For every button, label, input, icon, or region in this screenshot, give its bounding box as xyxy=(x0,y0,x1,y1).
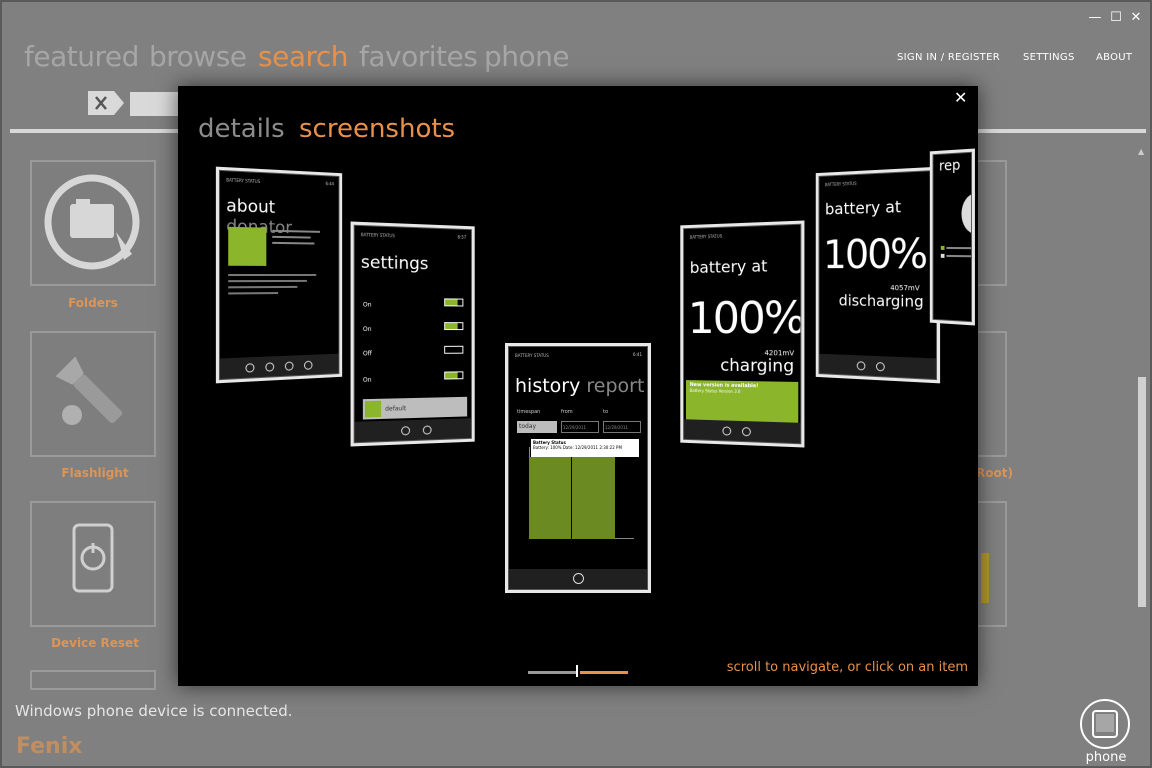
screenshot-time: 6:57 xyxy=(457,234,467,240)
screenshot-title: history report xyxy=(515,375,645,397)
pager-active[interactable] xyxy=(580,671,628,674)
tile-flashlight[interactable] xyxy=(30,331,156,457)
screenshot-thumbnail[interactable]: BATTERY STATUS battery at 100% 4057mV di… xyxy=(815,166,941,384)
screenshot-title: settings xyxy=(360,252,429,275)
screenshot-time: 6:41 xyxy=(633,352,642,357)
screenshot-app-name: BATTERY STATUS xyxy=(515,353,549,358)
about-link[interactable]: ABOUT xyxy=(1096,52,1132,63)
nav-browse[interactable]: browse xyxy=(149,40,247,73)
phone-label: phone xyxy=(1085,750,1127,765)
battery-percent: 100% xyxy=(687,292,802,345)
battery-voltage: 4057mV xyxy=(890,284,920,293)
update-banner: New version is available! Battery Status… xyxy=(685,380,799,423)
screenshot-title: rep xyxy=(938,157,961,175)
close-icon[interactable]: ✕ xyxy=(954,88,967,107)
close-window-button[interactable]: ✕ xyxy=(1127,10,1145,26)
from-field: 12/29/2011 xyxy=(561,421,599,433)
screenshot-app-name: BATTERY STATUS xyxy=(824,180,857,188)
tab-screenshots[interactable]: screenshots xyxy=(299,114,455,144)
screenshot-time: 6:44 xyxy=(325,181,334,187)
screenshot-app-name: BATTERY STATUS xyxy=(360,232,395,239)
settings-link[interactable]: SETTINGS xyxy=(1023,52,1075,63)
scroll-up-arrow[interactable]: ▲ xyxy=(1138,147,1144,156)
battery-state: discharging xyxy=(838,291,924,311)
screenshot-image: BATTERY STATUS 6:57 settings On On Off O… xyxy=(353,224,472,444)
tile-label: Root) xyxy=(976,466,1013,480)
selected-option: default xyxy=(385,405,407,413)
screenshot-image: BATTERY STATUS battery at 100% 4201mV ch… xyxy=(683,223,802,445)
tile-device-reset[interactable] xyxy=(30,501,156,627)
tile-right-1[interactable] xyxy=(977,160,1007,286)
pager-track[interactable] xyxy=(528,671,578,674)
maximize-button[interactable]: ☐ xyxy=(1107,10,1125,26)
nav-favorites[interactable]: favorites xyxy=(359,40,478,73)
screenshot-image: BATTERY STATUS 6:41 history report times… xyxy=(508,346,648,590)
nav-phone[interactable]: phone xyxy=(484,40,570,73)
clear-icon[interactable] xyxy=(88,91,124,115)
minimize-button[interactable]: — xyxy=(1086,10,1104,26)
screenshot-thumbnail[interactable]: BATTERY STATUS battery at 100% 4201mV ch… xyxy=(680,220,805,448)
setting-value: On xyxy=(362,301,372,309)
tab-details[interactable]: details xyxy=(198,114,285,144)
sign-in-register-link[interactable]: SIGN IN / REGISTER xyxy=(897,52,1000,63)
flashlight-icon xyxy=(55,356,123,425)
folder-icon xyxy=(44,174,140,270)
screenshot-thumbnail[interactable]: BATTERY STATUS 6:44 about donator xyxy=(215,166,343,384)
app-window: — ☐ ✕ featured browse search favorites p… xyxy=(0,0,1152,768)
nav-featured[interactable]: featured xyxy=(24,40,139,73)
screenshot-image: rep xyxy=(932,151,973,323)
to-label: to xyxy=(603,409,609,415)
timespan-field: today xyxy=(517,421,557,433)
search-input[interactable] xyxy=(130,92,182,116)
navigation-hint: scroll to navigate, or click on an item xyxy=(726,660,968,675)
screenshot-title: battery at xyxy=(689,256,768,278)
brand-logo: Fenix xyxy=(16,734,83,759)
to-field: 12/29/2011 xyxy=(603,421,641,433)
nav-search[interactable]: search xyxy=(258,40,349,73)
tile-right-3[interactable] xyxy=(977,501,1007,627)
screenshot-thumbnail[interactable]: rep xyxy=(929,148,975,326)
tile-right-2[interactable] xyxy=(977,331,1007,457)
tooltip-body: Battery: 100% Date: 12/29/2011 2:30:22 P… xyxy=(533,445,622,450)
scrollbar-thumb[interactable] xyxy=(1138,377,1146,607)
status-message: Windows phone device is connected. xyxy=(15,702,293,720)
screenshot-app-name: BATTERY STATUS xyxy=(226,177,261,185)
tile-label: Folders xyxy=(68,296,118,310)
timespan-label: timespan xyxy=(517,409,541,415)
battery-percent: 100% xyxy=(823,230,927,279)
tile-label: Flashlight xyxy=(61,466,129,480)
tile-folders[interactable] xyxy=(30,160,156,286)
reset-icon xyxy=(72,523,114,593)
from-label: from xyxy=(561,409,573,415)
setting-value: Off xyxy=(362,350,372,358)
setting-value: On xyxy=(362,325,372,333)
chart-tooltip: Battery Status Battery: 100% Date: 12/29… xyxy=(531,439,639,457)
screenshot-thumbnail[interactable]: BATTERY STATUS 6:41 history report times… xyxy=(505,343,651,593)
screenshot-image: BATTERY STATUS battery at 100% 4057mV di… xyxy=(818,169,937,381)
tile-label: Device Reset xyxy=(51,636,139,650)
phone-icon xyxy=(1092,710,1118,738)
app-details-dialog: ✕ details screenshots BATTERY STATUS 6:4… xyxy=(178,86,978,686)
phone-button[interactable] xyxy=(1080,699,1130,749)
screenshot-image: BATTERY STATUS 6:44 about donator xyxy=(218,169,340,381)
screenshot-title: battery at xyxy=(824,197,902,219)
setting-value: On xyxy=(362,376,372,384)
screenshot-thumbnail[interactable]: BATTERY STATUS 6:57 settings On On Off O… xyxy=(350,221,475,447)
banner-body: Battery Status Version 3.0 xyxy=(689,388,741,394)
tile-partial[interactable] xyxy=(30,670,156,690)
pager-handle[interactable] xyxy=(576,665,578,677)
screenshot-app-name: BATTERY STATUS xyxy=(689,233,723,240)
battery-state: charging xyxy=(720,355,795,377)
